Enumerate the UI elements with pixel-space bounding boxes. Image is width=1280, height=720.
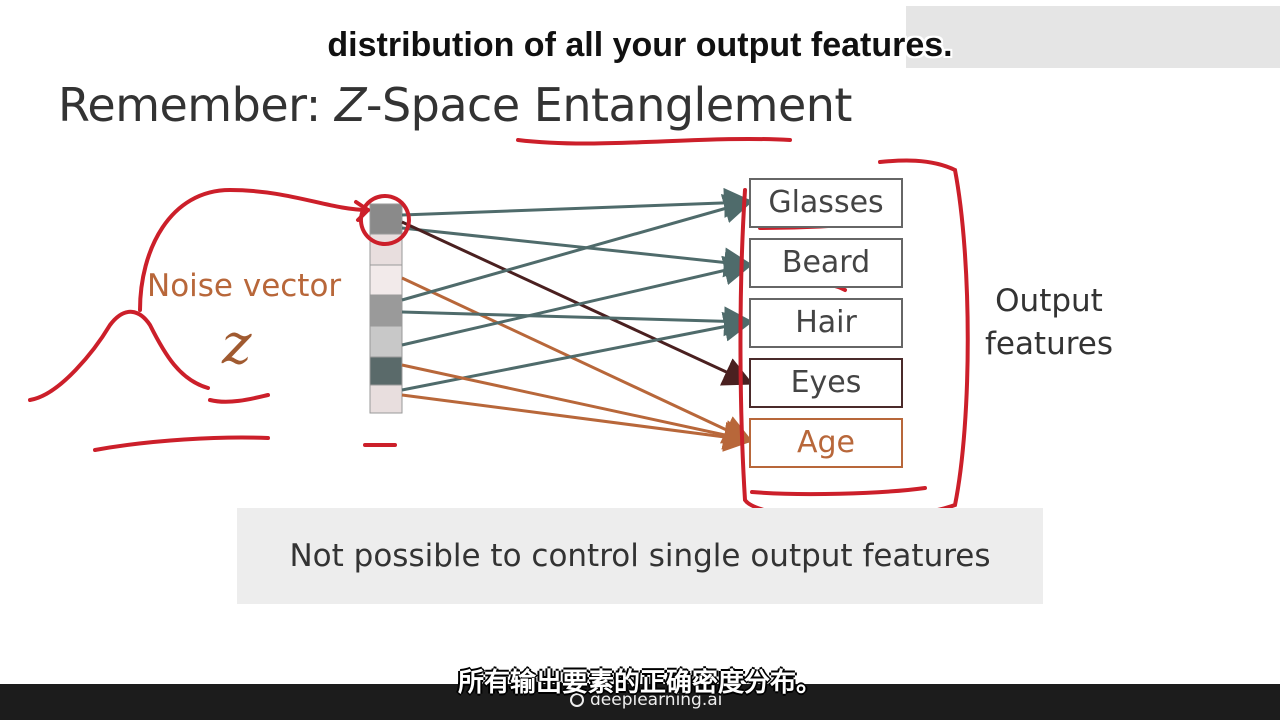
red-annotation-stroke <box>93 435 270 452</box>
output-features-label: Output features <box>984 280 1114 366</box>
noise-vector-cell <box>369 203 403 235</box>
feature-glasses: Glasses <box>749 178 903 228</box>
feature-label: Hair <box>795 305 857 340</box>
noise-vector-label: Noise vector <box>147 268 342 304</box>
feature-beard: Beard <box>749 238 903 288</box>
arrow-to-hair <box>401 306 754 337</box>
caption-text: Not possible to control single output fe… <box>289 538 991 574</box>
caption-box: Not possible to control single output fe… <box>237 508 1043 604</box>
red-annotation-stroke <box>516 136 792 146</box>
feature-age: Age <box>749 418 903 468</box>
feature-label: Age <box>796 425 856 460</box>
noise-vector-cell <box>369 294 403 327</box>
arrow-to-glasses <box>401 194 754 302</box>
output-label-line2: features <box>984 326 1114 362</box>
noise-vector-bar <box>369 203 403 414</box>
noise-vector-cell <box>369 264 403 296</box>
feature-hair: Hair <box>749 298 903 348</box>
noise-vector-cell <box>369 356 403 386</box>
slide: Remember: Z-Space Entanglement Noise vec… <box>0 0 1280 720</box>
red-annotation-stroke <box>750 486 927 497</box>
output-label-line1: Output <box>995 283 1103 319</box>
noise-symbol-z: z <box>222 312 252 377</box>
noise-vector-cell <box>369 384 403 414</box>
red-annotation-stroke <box>28 309 210 402</box>
subtitle-english: distribution of all your output features… <box>327 26 953 64</box>
red-annotation-stroke <box>208 393 270 404</box>
feature-label: Beard <box>781 245 871 280</box>
connection-arrows <box>401 187 754 452</box>
feature-label: Eyes <box>790 365 862 400</box>
feature-label: Glasses <box>768 185 884 220</box>
feature-eyes: Eyes <box>749 358 903 408</box>
arrow-to-glasses <box>401 187 754 218</box>
subtitle-chinese: 所有输出要素的正确密度分布。 <box>457 668 822 698</box>
noise-vector-cell <box>369 325 403 358</box>
